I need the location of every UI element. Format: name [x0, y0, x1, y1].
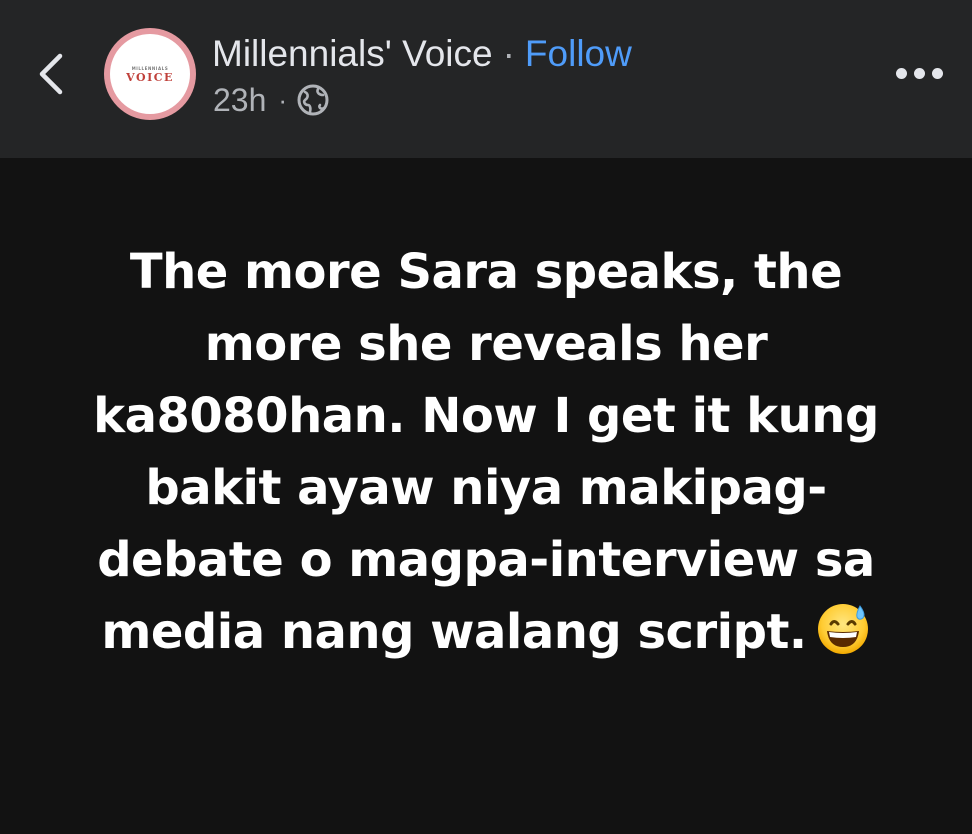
meta-separator: ·	[278, 85, 288, 115]
post-text-content: The more Sara speaks, the more she revea…	[93, 244, 879, 660]
more-horizontal-icon-dot-1	[896, 68, 907, 79]
title-separator: ·	[502, 33, 515, 74]
avatar-logo: MILLENNIALS VOICE	[110, 34, 190, 114]
more-options-button[interactable]	[892, 56, 948, 90]
more-horizontal-icon-dot-3	[932, 68, 943, 79]
more-horizontal-icon-dot-2	[914, 68, 925, 79]
text-post-card[interactable]: The more Sara speaks, the more she revea…	[0, 158, 972, 834]
avatar[interactable]: MILLENNIALS VOICE	[104, 28, 196, 120]
chevron-left-icon	[39, 53, 63, 95]
grinning-face-with-sweat-icon	[815, 600, 871, 656]
post-timestamp[interactable]: 23h	[213, 80, 266, 120]
post-text: The more Sara speaks, the more she revea…	[86, 236, 886, 668]
avatar-logo-big-text: VOICE	[126, 71, 174, 84]
post-meta: 23h ·	[213, 80, 330, 120]
globe-icon[interactable]	[296, 83, 330, 117]
follow-button[interactable]: Follow	[525, 33, 632, 74]
page-name-link[interactable]: Millennials' Voice	[212, 33, 493, 74]
back-button[interactable]	[30, 44, 74, 104]
post-header: MILLENNIALS VOICE Millennials' Voice · Fol…	[0, 0, 972, 158]
title-row: Millennials' Voice · Follow	[212, 30, 632, 78]
